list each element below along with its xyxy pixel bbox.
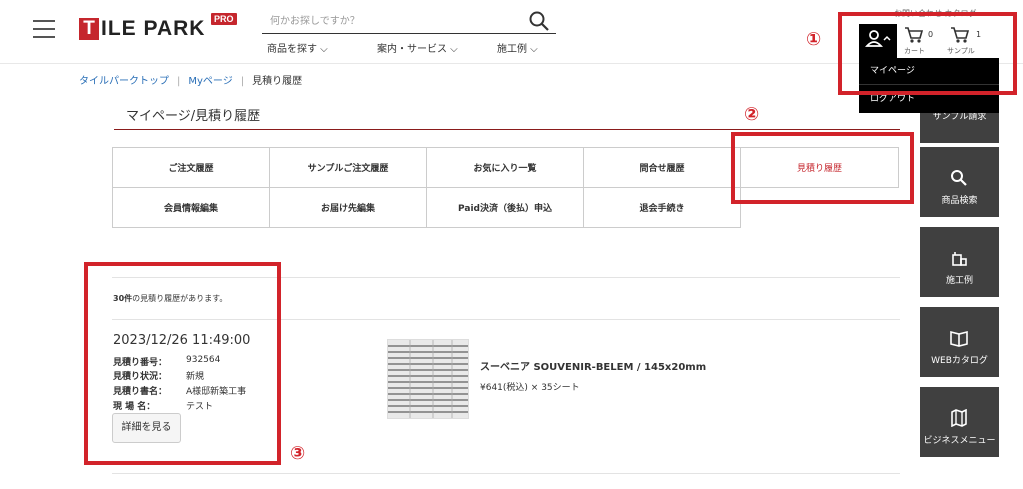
breadcrumb: タイルパークトップ | Myページ | 見積り履歴 [79,72,302,87]
search-bar [262,8,556,34]
nav-services[interactable]: 案内・サービス ⌵ [377,40,458,55]
side-business-menu-label: ビジネスメニュー [923,436,996,446]
menu-inquiry-history[interactable]: 問合せ履歴 [583,147,741,188]
pro-badge: PRO [211,13,237,25]
menu-paid-payment-apply[interactable]: Paid決済（後払）申込 [426,187,584,228]
search-input[interactable] [270,12,520,30]
annotation-number-3: ③ [290,443,306,464]
side-web-catalog[interactable]: WEBカタログ [920,307,999,377]
page-title: マイページ/見積り履歴 [126,109,261,124]
menu-withdraw[interactable]: 退会手続き [583,187,741,228]
breadcrumb-current: 見積り履歴 [252,76,303,87]
divider [112,473,900,474]
annotation-number-2: ② [744,104,760,125]
side-construction-cases-label: 施工例 [945,276,973,286]
tile-pattern-image [388,340,468,418]
menu-sample-order-history[interactable]: サンプルご注文履歴 [269,147,427,188]
side-web-catalog-label: WEBカタログ [931,356,988,366]
side-construction-cases[interactable]: 施工例 [920,227,999,297]
map-icon [951,409,967,427]
hamburger-menu-icon[interactable] [33,20,55,38]
breadcrumb-home[interactable]: タイルパークトップ [79,76,169,87]
logo-mark: T [79,18,99,40]
menu-order-history[interactable]: ご注文履歴 [112,147,270,188]
menu-favorites[interactable]: お気に入り一覧 [426,147,584,188]
side-business-menu[interactable]: ビジネスメニュー [920,387,999,457]
title-divider [114,129,900,130]
logo-text: ILE PARK [101,17,206,40]
breadcrumb-separator: | [240,76,245,87]
breadcrumb-separator: | [177,76,181,87]
side-product-search[interactable]: 商品検索 [920,147,999,217]
annotation-number-1: ① [806,29,822,50]
annotation-box-2 [731,132,914,204]
book-icon [950,330,968,347]
nav-products[interactable]: 商品を探す ⌵ [267,40,328,55]
search-icon[interactable] [528,10,550,32]
building-icon [952,252,967,266]
product-price: ¥641(税込) × 35シート [480,383,580,393]
search-icon [951,170,967,186]
annotation-box-1 [838,12,1017,95]
side-product-search-label: 商品検索 [941,196,978,206]
menu-member-info-edit[interactable]: 会員情報編集 [112,187,270,228]
nav-cases[interactable]: 施工例 ⌵ [497,40,538,55]
breadcrumb-mypage[interactable]: Myページ [188,76,232,87]
product-thumbnail[interactable] [387,339,469,419]
site-logo[interactable]: T ILE PARK [79,16,205,42]
menu-delivery-address-edit[interactable]: お届け先編集 [269,187,427,228]
product-name[interactable]: スーベニア SOUVENIR-BELEM / 145x20mm [480,358,706,373]
annotation-box-3 [84,262,281,465]
